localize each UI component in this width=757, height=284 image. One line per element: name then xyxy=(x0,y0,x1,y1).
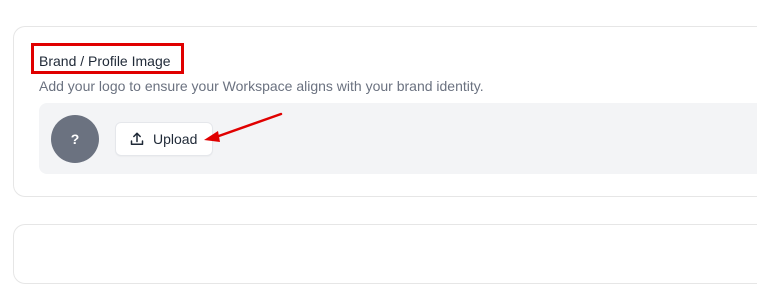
upload-button-label: Upload xyxy=(153,131,198,147)
avatar-placeholder: ? xyxy=(51,115,99,163)
title-highlight-box xyxy=(31,43,184,74)
section-description: Add your logo to ensure your Workspace a… xyxy=(39,78,484,94)
upload-button[interactable]: Upload xyxy=(115,122,213,156)
next-section-card xyxy=(13,224,757,284)
avatar-placeholder-text: ? xyxy=(70,131,80,147)
upload-icon xyxy=(130,132,144,146)
